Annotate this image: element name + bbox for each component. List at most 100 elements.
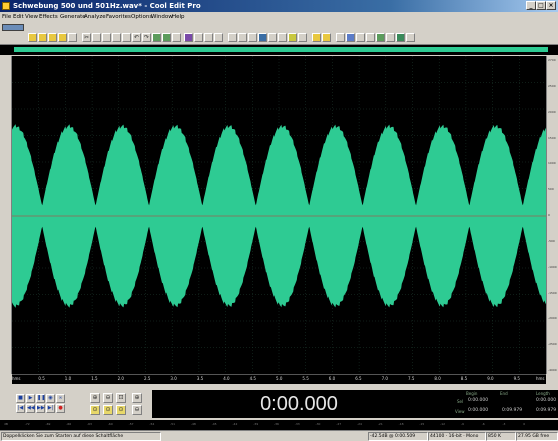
cut-icon[interactable]: ✂ xyxy=(82,33,91,42)
snap-icon[interactable] xyxy=(214,33,223,42)
sel-length-field[interactable]: 0:00.000 xyxy=(536,398,556,404)
menu-options[interactable]: Options xyxy=(131,13,152,21)
frequency-analysis-icon[interactable] xyxy=(346,33,355,42)
menu-edit[interactable]: Edit xyxy=(13,13,24,21)
view-end-field[interactable]: 0:09.979 xyxy=(502,408,522,414)
amplitude-tick-label: 2500 xyxy=(548,83,556,88)
status-file-size: 850 K xyxy=(486,432,516,441)
amplitude-tick-label: 2000 xyxy=(548,109,556,114)
reverb-icon[interactable] xyxy=(278,33,287,42)
open-file-icon[interactable] xyxy=(38,33,47,42)
close-file-icon[interactable] xyxy=(58,33,67,42)
level-tick-label: -30 xyxy=(315,422,321,426)
rewind-button[interactable]: ◀◀ xyxy=(26,404,35,413)
statistics-icon[interactable] xyxy=(356,33,365,42)
redo-icon[interactable]: ↷ xyxy=(142,33,151,42)
minimize-button[interactable]: _ xyxy=(526,1,536,10)
filter-icon[interactable] xyxy=(248,33,257,42)
settings-icon[interactable] xyxy=(376,33,385,42)
transport-panel: ■ ▶ ❚❚ ◉ ∞ |◀ ◀◀ ▶▶ ▶| ● ⊕ ⊖ ⊡ ⊕ ⊙ ⊙ ⊙ ⊖… xyxy=(0,384,558,420)
zoom-in-vertical-icon[interactable]: ⊕ xyxy=(132,393,142,403)
mix-paste-icon[interactable] xyxy=(112,33,121,42)
status-message: Doppelklicken Sie zum Starten auf diese … xyxy=(1,432,161,441)
fast-forward-button[interactable]: ▶▶ xyxy=(36,404,45,413)
zoom-out-horizontal-icon[interactable]: ⊖ xyxy=(103,393,113,403)
zoom-full-icon[interactable]: ⊡ xyxy=(116,393,126,403)
zoom-left-edge-icon[interactable]: ⊙ xyxy=(103,405,113,415)
current-time: 0:00.000 xyxy=(260,393,338,415)
play-button[interactable]: ▶ xyxy=(26,394,35,403)
level-tick-label: -72 xyxy=(24,422,30,426)
help-icon[interactable] xyxy=(386,33,395,42)
save-file-icon[interactable] xyxy=(48,33,57,42)
record-mode-icon[interactable] xyxy=(152,33,161,42)
paste-icon[interactable] xyxy=(102,33,111,42)
play-to-end-button[interactable]: ◉ xyxy=(46,394,55,403)
waveform-view-icon[interactable] xyxy=(194,33,203,42)
overview-range-bar[interactable] xyxy=(0,45,558,55)
level-tick-label: -18 xyxy=(398,422,404,426)
level-tick-label: -63 xyxy=(87,422,92,426)
copy-icon[interactable] xyxy=(92,33,101,42)
spectral-view-icon[interactable] xyxy=(184,33,193,42)
organizer-icon[interactable] xyxy=(396,33,405,42)
go-to-start-button[interactable]: |◀ xyxy=(16,404,25,413)
amplify-icon[interactable] xyxy=(228,33,237,42)
envelope-icon[interactable] xyxy=(288,33,297,42)
stop-button[interactable]: ■ xyxy=(16,394,25,403)
scripts-icon[interactable] xyxy=(336,33,345,42)
menu-analyze[interactable]: Analyze xyxy=(84,13,106,21)
zoom-right-edge-icon[interactable]: ⊙ xyxy=(116,405,126,415)
marker-icon[interactable] xyxy=(204,33,213,42)
go-to-end-button[interactable]: ▶| xyxy=(46,404,55,413)
loop-play-button[interactable]: ∞ xyxy=(56,394,65,403)
app-icon xyxy=(2,2,10,10)
pause-button[interactable]: ❚❚ xyxy=(36,394,45,403)
undo-icon[interactable]: ↶ xyxy=(132,33,141,42)
menu-bar: File Edit View Effects Generate Analyze … xyxy=(0,12,558,22)
menu-effects[interactable]: Effects xyxy=(39,13,58,21)
waveform-display[interactable] xyxy=(12,56,546,374)
sel-begin-field[interactable]: 0:00.000 xyxy=(468,398,488,404)
time-tick-label: 3.5 xyxy=(196,376,204,381)
multitrack-toggle-button[interactable] xyxy=(2,24,24,31)
level-tick-label: -39 xyxy=(253,422,259,426)
zoom-out-vertical-icon[interactable]: ⊖ xyxy=(132,405,142,415)
loop-icon[interactable] xyxy=(172,33,181,42)
level-tick-label: -54 xyxy=(149,422,155,426)
time-tick-label: 8.0 xyxy=(434,376,441,381)
normalize-icon[interactable] xyxy=(238,33,247,42)
status-cursor-level: -42.5dB @ 0:00.509 xyxy=(368,432,428,441)
maximize-button[interactable]: □ xyxy=(536,1,546,10)
visible-range-indicator[interactable] xyxy=(14,47,548,52)
menu-generate[interactable]: Generate xyxy=(60,13,86,21)
view-begin-field[interactable]: 0:00.000 xyxy=(468,408,488,414)
menu-file[interactable]: File xyxy=(2,13,11,21)
time-ruler[interactable]: hms 0.5 1.0 1.5 2.0 2.5 3.0 3.5 4.0 4.5 5.0 5.5 6.0 6… xyxy=(12,374,546,384)
time-stretch-icon[interactable] xyxy=(298,33,307,42)
cd-player-icon[interactable] xyxy=(366,33,375,42)
time-tick-label: 9.0 xyxy=(487,376,494,381)
menu-help[interactable]: Help xyxy=(172,13,185,21)
waveform-graph[interactable] xyxy=(12,56,546,374)
delay-icon[interactable] xyxy=(268,33,277,42)
amplitude-tick-label: -2000 xyxy=(548,316,557,321)
menu-view[interactable]: View xyxy=(25,13,38,21)
level-tick-label: -45 xyxy=(211,422,217,426)
properties-icon[interactable] xyxy=(68,33,77,42)
trim-icon[interactable] xyxy=(122,33,131,42)
time-display: 0:00.000 xyxy=(152,390,446,418)
zoom-to-selection-icon[interactable]: ⊙ xyxy=(90,405,100,415)
zoom-in-horizontal-icon[interactable]: ⊕ xyxy=(90,393,100,403)
new-file-icon[interactable] xyxy=(28,33,37,42)
analyze-icon[interactable] xyxy=(322,33,331,42)
play-mode-icon[interactable] xyxy=(162,33,171,42)
info-icon[interactable] xyxy=(406,33,415,42)
menu-favorites[interactable]: Favorites xyxy=(106,13,131,21)
close-button[interactable]: × xyxy=(546,1,556,10)
generate-icon[interactable] xyxy=(312,33,321,42)
record-button[interactable]: ● xyxy=(56,404,65,413)
noise-reduction-icon[interactable] xyxy=(258,33,267,42)
view-length-field[interactable]: 0:09.979 xyxy=(536,408,556,414)
menu-window[interactable]: Window xyxy=(151,13,173,21)
